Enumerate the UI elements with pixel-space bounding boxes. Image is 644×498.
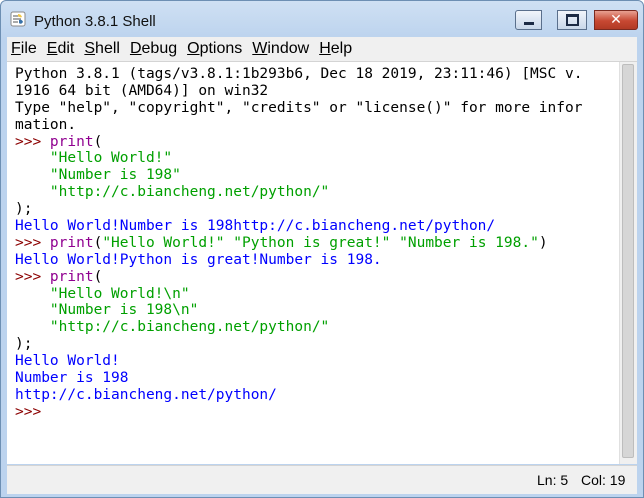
- shell-line: Hello World!: [15, 353, 611, 370]
- minimize-button[interactable]: [515, 10, 542, 30]
- shell-token-stdout: http://c.biancheng.net/python/: [15, 386, 277, 403]
- shell-line: Number is 198: [15, 370, 611, 387]
- shell-token-black: [15, 302, 50, 318]
- menu-mnemonic: W: [252, 40, 268, 57]
- status-bar: Ln: 5 Col: 19: [7, 465, 637, 494]
- menu-label-rest: ebug: [141, 40, 178, 57]
- maximize-icon: [565, 14, 579, 26]
- menu-label-rest: ptions: [199, 40, 243, 57]
- shell-line: >>> print("Hello World!" "Python is grea…: [15, 235, 611, 252]
- shell-line: >>> print(: [15, 269, 611, 286]
- menu-label-rest: ile: [20, 40, 37, 57]
- shell-line: );: [15, 201, 611, 218]
- status-column: Col: 19: [581, 472, 626, 488]
- menu-window[interactable]: Window: [248, 40, 313, 58]
- shell-line: mation.: [15, 117, 611, 134]
- menu-file[interactable]: File: [7, 40, 41, 58]
- shell-token-stdout: Hello World!Number is 198http://c.bianch…: [15, 218, 496, 235]
- idle-shell-window: Python 3.8.1 Shell ✕ File Edit Shell Debug O…: [0, 0, 644, 498]
- vertical-scrollbar[interactable]: [619, 62, 637, 464]
- close-icon: ✕: [610, 12, 622, 28]
- shell-token-black: [15, 167, 50, 183]
- menu-label-rest: hell: [95, 40, 120, 57]
- shell-line: >>> print(: [15, 134, 611, 151]
- shell-token-black: ): [538, 234, 548, 251]
- shell-token-prompt: >>>: [15, 403, 50, 420]
- maximize-button[interactable]: [557, 10, 587, 30]
- menu-mnemonic: S: [84, 40, 96, 57]
- shell-token-prompt: >>>: [15, 234, 50, 251]
- shell-text-area[interactable]: Python 3.8.1 (tags/v3.8.1:1b293b6, Dec 1…: [7, 61, 637, 464]
- menu-shell[interactable]: Shell: [80, 40, 124, 58]
- shell-line: "Hello World!": [15, 150, 611, 167]
- menu-mnemonic: E: [46, 40, 58, 57]
- shell-line: Hello World!Python is great!Number is 19…: [15, 252, 611, 269]
- shell-output[interactable]: Python 3.8.1 (tags/v3.8.1:1b293b6, Dec 1…: [15, 66, 611, 421]
- menu-label-rest: indow: [267, 40, 310, 57]
- title-bar[interactable]: Python 3.8.1 Shell ✕: [1, 1, 643, 35]
- shell-token-str: "Hello World!": [49, 150, 173, 167]
- shell-token-str: "Hello World!\n": [49, 285, 190, 302]
- shell-token-builtin: print: [49, 133, 94, 150]
- shell-token-str: "http://c.biancheng.net/python/": [49, 184, 330, 201]
- shell-token-prompt: >>>: [15, 268, 50, 285]
- shell-token-stdout: Hello World!Python is great!Number is 19…: [15, 251, 382, 268]
- shell-token-black: [15, 150, 50, 166]
- shell-token-out: 1916 64 bit (AMD64)] on win32: [15, 82, 269, 99]
- menu-edit[interactable]: Edit: [43, 40, 79, 58]
- shell-line: );: [15, 336, 611, 353]
- status-line: Ln: 5: [537, 472, 569, 488]
- shell-token-black: [15, 286, 50, 302]
- shell-token-out: Python 3.8.1 (tags/v3.8.1:1b293b6, Dec 1…: [15, 66, 583, 82]
- shell-token-stdout: Number is 198: [15, 370, 129, 387]
- shell-line: "Number is 198": [15, 167, 611, 184]
- shell-token-black: [15, 319, 50, 335]
- menu-mnemonic: D: [129, 40, 142, 57]
- shell-token-str: "http://c.biancheng.net/python/": [49, 319, 330, 336]
- scrollbar-thumb[interactable]: [622, 64, 634, 458]
- python-idle-icon: [10, 11, 26, 27]
- shell-token-str: "Number is 198": [49, 167, 181, 184]
- shell-line: "Number is 198\n": [15, 302, 611, 319]
- window-title: Python 3.8.1 Shell: [34, 13, 156, 30]
- shell-token-out: mation.: [15, 116, 77, 133]
- shell-token-black: );: [15, 201, 33, 218]
- shell-token-black: (: [93, 234, 103, 251]
- shell-line: Type "help", "copyright", "credits" or "…: [15, 100, 611, 117]
- shell-token-black: [15, 184, 50, 200]
- shell-token-out: Type "help", "copyright", "credits" or "…: [15, 99, 583, 116]
- shell-token-black: (: [93, 133, 103, 150]
- shell-line: "http://c.biancheng.net/python/": [15, 184, 611, 201]
- shell-line: "Hello World!\n": [15, 286, 611, 303]
- shell-line: "http://c.biancheng.net/python/": [15, 319, 611, 336]
- shell-line: Python 3.8.1 (tags/v3.8.1:1b293b6, Dec 1…: [15, 66, 611, 83]
- minimize-icon: [523, 22, 534, 25]
- shell-token-black: (: [93, 268, 103, 285]
- menu-mnemonic: F: [11, 40, 21, 57]
- shell-line: 1916 64 bit (AMD64)] on win32: [15, 83, 611, 100]
- menu-label-rest: dit: [57, 40, 75, 57]
- menu-mnemonic: O: [187, 40, 200, 57]
- shell-token-prompt: >>>: [15, 133, 50, 150]
- close-button[interactable]: ✕: [594, 10, 638, 30]
- shell-token-builtin: print: [49, 234, 94, 251]
- shell-token-black: );: [15, 336, 33, 353]
- menu-help[interactable]: Help: [315, 40, 356, 58]
- shell-line: Hello World!Number is 198http://c.bianch…: [15, 218, 611, 235]
- menu-label-rest: elp: [330, 40, 353, 57]
- menu-mnemonic: H: [319, 40, 331, 57]
- menu-debug[interactable]: Debug: [126, 40, 181, 58]
- shell-line: >>>: [15, 404, 611, 421]
- shell-token-str: "Hello World!" "Python is great!" "Numbe…: [102, 234, 539, 251]
- menu-options[interactable]: Options: [183, 40, 246, 58]
- shell-line: http://c.biancheng.net/python/: [15, 387, 611, 404]
- menu-bar: File Edit Shell Debug Options Window Help: [7, 37, 637, 61]
- shell-token-str: "Number is 198\n": [49, 302, 199, 319]
- shell-token-stdout: Hello World!: [15, 353, 120, 370]
- shell-token-builtin: print: [49, 268, 94, 285]
